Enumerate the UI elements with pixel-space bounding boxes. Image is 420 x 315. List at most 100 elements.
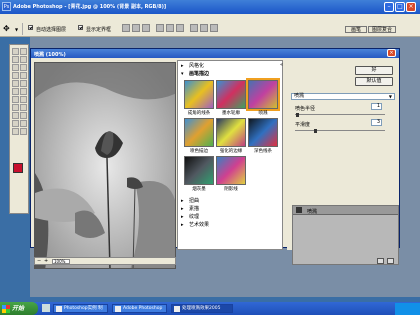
smoothness-input[interactable]: 3	[371, 119, 382, 126]
preview-canvas[interactable]	[34, 62, 176, 269]
trash-icon[interactable]	[387, 258, 394, 264]
filter-thumb-dark-strokes[interactable]	[248, 118, 278, 147]
eyedropper-tool-icon[interactable]	[20, 120, 27, 127]
zoom-tool-icon[interactable]	[20, 128, 27, 135]
stamp-tool-icon[interactable]	[12, 80, 19, 87]
filter-label: 成角的线条	[187, 111, 211, 116]
pen-tool-icon[interactable]	[12, 112, 19, 119]
distribute-icon[interactable]	[210, 24, 218, 32]
brush-tool-icon[interactable]	[20, 72, 27, 79]
crop-tool-icon[interactable]	[12, 64, 19, 71]
distribute-icon[interactable]	[200, 24, 208, 32]
chevron-down-icon: ▼	[388, 94, 392, 99]
filter-thumb-ink-outlines[interactable]	[216, 80, 246, 109]
minimize-button[interactable]: –	[384, 2, 394, 12]
filter-thumb-sprayed-strokes[interactable]	[184, 118, 214, 147]
slice-tool-icon[interactable]	[20, 64, 27, 71]
photoshop-icon: Ps	[2, 2, 11, 11]
radius-input[interactable]: 1	[371, 103, 382, 110]
foreground-color-swatch[interactable]	[13, 163, 23, 173]
filter-label: 喷溅	[258, 111, 268, 116]
filter-select[interactable]: 喷溅 ▼	[291, 93, 395, 100]
task-button[interactable]: Adobe Photoshop	[112, 304, 167, 313]
photoshop-icon	[115, 306, 121, 312]
show-bounds-label: 显示定界框	[86, 27, 112, 33]
lotus-preview-image	[35, 63, 175, 268]
separator	[22, 23, 23, 35]
collapse-gallery-icon[interactable]: «	[280, 62, 283, 68]
filter-thumb-accented-edges[interactable]	[216, 118, 246, 147]
align-icon[interactable]	[122, 24, 130, 32]
layer-comps-button[interactable]: 图层复合	[368, 26, 396, 33]
marquee-tool-icon[interactable]	[12, 48, 19, 55]
auto-select-checkbox[interactable]	[28, 25, 33, 31]
magic-wand-tool-icon[interactable]	[20, 56, 27, 63]
window-icon	[174, 306, 180, 312]
align-icon[interactable]	[132, 24, 140, 32]
default-button[interactable]: 默认值	[355, 77, 393, 86]
zoom-select[interactable]: 100%	[52, 259, 70, 264]
shape-tool-icon[interactable]	[20, 112, 27, 119]
window-icon	[56, 306, 62, 312]
category-artistic[interactable]: ▸ 风格化	[180, 63, 280, 70]
visibility-eye-icon[interactable]	[296, 207, 302, 213]
eraser-tool-icon[interactable]	[12, 88, 19, 95]
system-tray	[395, 303, 420, 315]
dialog-title: 喷溅 (100%)	[31, 49, 399, 58]
align-icon[interactable]	[156, 24, 164, 32]
smoothness-slider-knob[interactable]	[314, 129, 317, 133]
brushes-palette-button[interactable]: 画笔	[345, 26, 367, 33]
align-icon[interactable]	[142, 24, 150, 32]
gradient-tool-icon[interactable]	[20, 88, 27, 95]
zoom-in-button[interactable]: +	[44, 258, 48, 264]
show-bounds-checkbox[interactable]	[78, 25, 83, 31]
hand-tool-icon[interactable]	[12, 128, 19, 135]
path-select-tool-icon[interactable]	[12, 104, 19, 111]
filter-label: 烟灰墨	[192, 187, 206, 192]
history-brush-tool-icon[interactable]	[20, 80, 27, 87]
type-tool-icon[interactable]	[20, 104, 27, 111]
radius-label: 喷色半径	[295, 106, 316, 112]
blur-tool-icon[interactable]	[12, 96, 19, 103]
filter-thumb-sumi-e[interactable]	[184, 156, 214, 185]
folder-open-icon: ▾	[181, 71, 184, 77]
radius-slider[interactable]	[295, 114, 385, 115]
zoom-bar: − + 100%	[34, 257, 176, 265]
lasso-tool-icon[interactable]	[12, 56, 19, 63]
distribute-icon[interactable]	[190, 24, 198, 32]
filter-thumb-spatter[interactable]	[246, 78, 280, 111]
folder-closed-icon: ▸	[181, 206, 184, 212]
filter-label: 墨水轮廓	[222, 111, 240, 116]
zoom-out-button[interactable]: −	[37, 258, 41, 264]
category-distort[interactable]: ▸ 扭曲	[180, 198, 280, 205]
notes-tool-icon[interactable]	[12, 120, 19, 127]
move-tool-icon[interactable]: ✥	[3, 24, 10, 33]
filter-thumb-angled-strokes[interactable]	[184, 80, 214, 109]
filter-label: 强化的边缘	[219, 149, 243, 154]
folder-closed-icon: ▸	[181, 222, 184, 228]
close-button[interactable]: ×	[406, 2, 416, 12]
ok-button[interactable]: 好	[355, 66, 393, 75]
task-button[interactable]: 处理喷溅效果2005	[171, 304, 233, 313]
smoothness-slider[interactable]	[295, 130, 385, 131]
category-sketch[interactable]: ▸ 素描	[180, 206, 280, 213]
dialog-close-button[interactable]: ×	[387, 49, 396, 57]
move-tool-icon[interactable]	[20, 48, 27, 55]
category-stylize[interactable]: ▸ 艺术效果	[180, 222, 280, 229]
new-effect-layer-icon[interactable]	[377, 258, 384, 264]
maximize-button[interactable]: □	[395, 2, 405, 12]
align-buttons	[122, 24, 282, 33]
app-title: Adobe Photoshop - [青花.jpg @ 100% (背景 副本,…	[13, 4, 167, 10]
task-button[interactable]: Photoshop实例 制	[53, 304, 108, 313]
radius-slider-knob[interactable]	[296, 113, 299, 117]
effect-layer-row[interactable]: 喷溅	[293, 206, 398, 215]
dodge-tool-icon[interactable]	[20, 96, 27, 103]
healing-tool-icon[interactable]	[12, 72, 19, 79]
align-icon[interactable]	[176, 24, 184, 32]
align-icon[interactable]	[166, 24, 174, 32]
quick-launch-icon[interactable]	[42, 304, 50, 312]
category-texture[interactable]: ▸ 纹理	[180, 214, 280, 221]
chevron-down-icon[interactable]: ▼	[15, 27, 18, 32]
filter-thumb-crosshatch[interactable]	[216, 156, 246, 185]
category-brush-strokes[interactable]: ▾ 画笔描边	[180, 71, 280, 78]
